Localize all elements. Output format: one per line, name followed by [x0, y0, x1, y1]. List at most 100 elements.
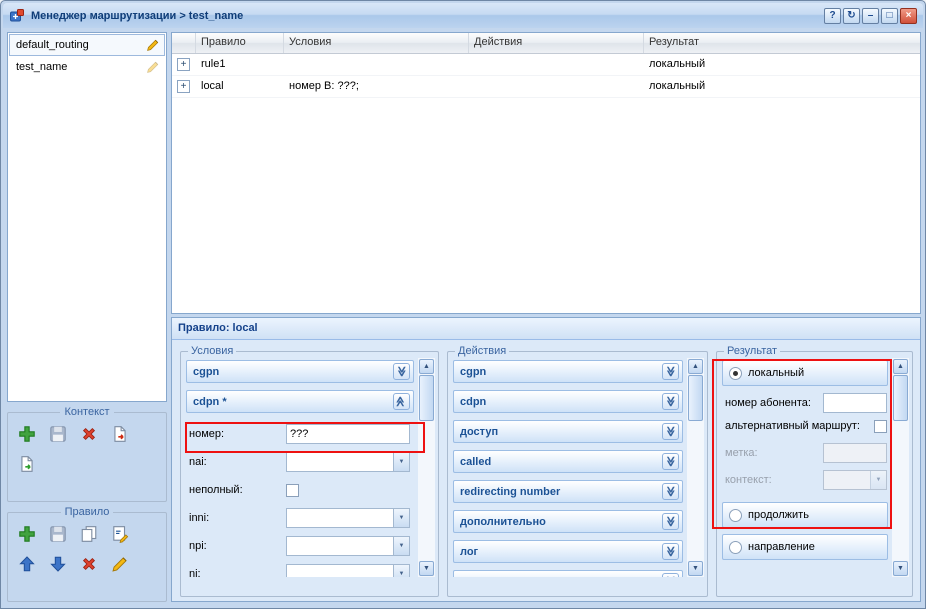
section-actions-cdpn[interactable]: cdpn ≫ [453, 390, 683, 413]
alt-route-checkbox[interactable] [874, 420, 887, 433]
expand-row-icon[interactable]: + [177, 58, 190, 71]
scroll-down-button[interactable]: ▼ [688, 561, 703, 576]
ni-combobox[interactable]: ▼ [286, 564, 410, 577]
actions-content: cgpn ≫ cdpn ≫ доступ ≫ called [451, 358, 687, 577]
column-result[interactable]: Результат [644, 33, 920, 53]
combo-arrow-icon[interactable]: ▼ [393, 453, 409, 471]
actions-scrollbar[interactable]: ▲ ▼ [687, 358, 704, 577]
subscriber-number-input[interactable] [823, 393, 887, 413]
field-ni: ni: ▼ [186, 560, 414, 577]
incomplete-checkbox[interactable] [286, 484, 299, 497]
radio-direction[interactable] [729, 541, 742, 554]
move-rule-down-button[interactable] [46, 552, 70, 576]
conditions-scrollbar[interactable]: ▲ ▼ [418, 358, 435, 577]
expand-section-button[interactable]: ≫ [662, 573, 679, 577]
column-actions[interactable]: Действия [469, 33, 644, 53]
grid-row-local[interactable]: + local номер B: ???; локальный [172, 76, 920, 98]
save-disk-icon [49, 425, 67, 443]
chevron-double-down-icon: ≫ [395, 366, 408, 376]
expand-section-button[interactable]: ≫ [662, 543, 679, 560]
expand-section-button[interactable]: ≫ [662, 363, 679, 380]
section-cdpn[interactable]: cdpn * ≫ [186, 390, 414, 413]
combo-arrow-icon[interactable]: ▼ [393, 509, 409, 527]
export-context-button[interactable] [108, 422, 132, 446]
nai-combo-input[interactable] [286, 452, 410, 472]
radio-local[interactable] [729, 367, 742, 380]
npi-combo-input[interactable] [286, 536, 410, 556]
save-context-button[interactable] [46, 422, 70, 446]
nai-label: nai: [186, 456, 286, 468]
inni-combobox[interactable]: ▼ [286, 508, 410, 528]
scroll-up-button[interactable]: ▲ [688, 359, 703, 374]
section-actions-called[interactable]: called ≫ [453, 450, 683, 473]
grid-row-rule1[interactable]: + rule1 локальный [172, 54, 920, 76]
scroll-thumb[interactable] [893, 375, 908, 421]
section-actions-additional[interactable]: дополнительно ≫ [453, 510, 683, 533]
section-actions-edit[interactable]: правка ≫ [453, 570, 683, 577]
expand-section-button[interactable]: ≫ [662, 393, 679, 410]
scroll-thumb[interactable] [688, 375, 703, 421]
section-actions-redirecting-number[interactable]: redirecting number ≫ [453, 480, 683, 503]
section-actions-access[interactable]: доступ ≫ [453, 420, 683, 443]
help-button[interactable]: ? [824, 8, 841, 24]
result-option-local[interactable]: локальный [722, 360, 888, 386]
scroll-up-button[interactable]: ▲ [419, 359, 434, 374]
result-option-direction[interactable]: направление [722, 534, 888, 560]
context-item-label: default_routing [16, 39, 89, 51]
expand-section-button[interactable]: ≫ [393, 363, 410, 380]
scroll-track[interactable] [688, 422, 703, 561]
copy-rule-button[interactable] [77, 522, 101, 546]
ni-combo-input[interactable] [286, 564, 410, 577]
nai-combobox[interactable]: ▼ [286, 452, 410, 472]
delete-context-button[interactable] [77, 422, 101, 446]
move-rule-up-button[interactable] [15, 552, 39, 576]
import-context-button[interactable] [15, 452, 39, 476]
field-inni: inni: ▼ [186, 504, 414, 532]
expand-section-button[interactable]: ≫ [662, 453, 679, 470]
context-toolbar-legend: Контекст [60, 406, 113, 418]
npi-combobox[interactable]: ▼ [286, 536, 410, 556]
expand-section-button[interactable]: ≫ [662, 483, 679, 500]
refresh-button[interactable]: ↻ [843, 8, 860, 24]
number-input[interactable] [286, 424, 410, 444]
column-rule[interactable]: Правило [196, 33, 284, 53]
expand-section-button[interactable]: ≫ [662, 423, 679, 440]
field-nai: nai: ▼ [186, 448, 414, 476]
radio-continue[interactable] [729, 509, 742, 522]
maximize-button[interactable]: □ [881, 8, 898, 24]
field-subscriber-number: номер абонента: [723, 393, 887, 413]
scroll-down-button[interactable]: ▼ [419, 561, 434, 576]
scroll-up-button[interactable]: ▲ [893, 359, 908, 374]
rule-toolbar-legend: Правило [61, 506, 114, 518]
inni-combo-input[interactable] [286, 508, 410, 528]
collapse-section-button[interactable]: ≫ [393, 393, 410, 410]
edit-pencil-icon[interactable] [146, 38, 160, 52]
rename-rule-button[interactable] [108, 522, 132, 546]
section-actions-cgpn[interactable]: cgpn ≫ [453, 360, 683, 383]
delete-rule-button[interactable] [77, 552, 101, 576]
column-conditions[interactable]: Условия [284, 33, 469, 53]
scroll-down-button[interactable]: ▼ [893, 561, 908, 576]
scroll-thumb[interactable] [419, 375, 434, 421]
combo-arrow-icon[interactable]: ▼ [393, 537, 409, 555]
close-button[interactable]: × [900, 8, 917, 24]
edit-rule-button[interactable] [108, 552, 132, 576]
expand-section-button[interactable]: ≫ [662, 513, 679, 530]
combo-arrow-icon[interactable]: ▼ [393, 565, 409, 577]
section-cgpn[interactable]: cgpn ≫ [186, 360, 414, 383]
result-scrollbar[interactable]: ▲ ▼ [892, 358, 909, 577]
add-rule-button[interactable] [15, 522, 39, 546]
context-item-test-name[interactable]: test_name [9, 56, 165, 78]
context-item-default-routing[interactable]: default_routing [9, 34, 165, 56]
scroll-track[interactable] [419, 422, 434, 561]
edit-pencil-icon [146, 60, 160, 74]
add-context-button[interactable] [15, 422, 39, 446]
section-actions-log[interactable]: лог ≫ [453, 540, 683, 563]
save-rule-button[interactable] [46, 522, 70, 546]
expand-row-icon[interactable]: + [177, 80, 190, 93]
result-option-continue[interactable]: продолжить [722, 502, 888, 528]
minimize-button[interactable]: – [862, 8, 879, 24]
titlebar[interactable]: Менеджер маршрутизации > test_name ? ↻ –… [3, 3, 923, 28]
export-document-icon [111, 425, 129, 443]
scroll-track[interactable] [893, 422, 908, 561]
